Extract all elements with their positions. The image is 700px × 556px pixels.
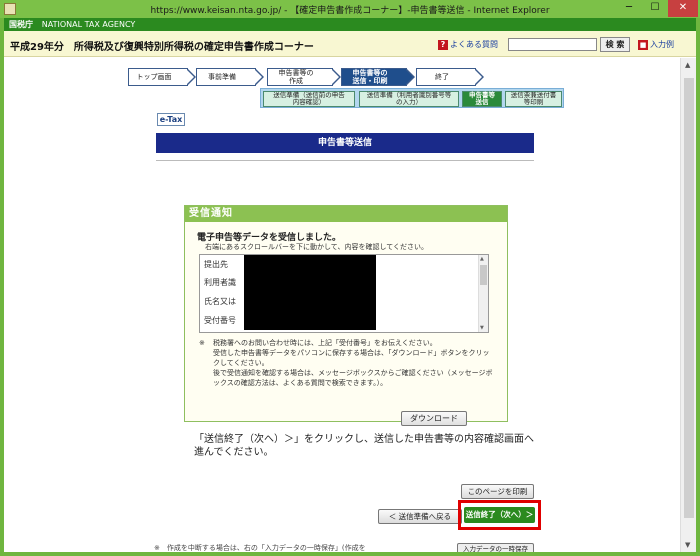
minimize-button[interactable]: ─: [616, 0, 642, 17]
page-heading: 平成29年分 所得税及び復興特別所得税の確定申告書作成コーナー: [10, 42, 314, 53]
step-top: トップ画面: [128, 68, 196, 86]
etax-logo: e-Tax: [157, 113, 185, 126]
scroll-up-icon[interactable]: ▲: [480, 256, 484, 262]
agency-bar: 国税庁 NATIONAL TAX AGENCY: [4, 18, 696, 31]
substep-label: 送信準備（利用者識別番号等 の入力）: [366, 91, 452, 106]
scroll-up-icon[interactable]: ▲: [685, 61, 690, 69]
step-label: トップ画面: [136, 73, 172, 81]
window-title: https://www.keisan.nta.go.jp/ - 【確定申告書作成…: [150, 6, 550, 16]
substep-bar: 送信準備（送信前の申告 内容確認） 送信準備（利用者識別番号等 の入力） 申告書…: [260, 88, 564, 108]
scroll-thumb[interactable]: [684, 78, 694, 518]
receipt-detail-box[interactable]: 提出先 利用者識 氏名又は 受付番号 ▲ ▼: [199, 254, 489, 333]
back-to-prepare-button[interactable]: ＜ 送信準備へ戻る: [378, 509, 462, 524]
close-button[interactable]: ✕: [668, 0, 698, 17]
step-prepare: 事前準備: [196, 68, 264, 86]
footer-note: ※ 作成を中断する場合は、右の「入力データの一時保存」(作成を: [154, 544, 366, 552]
scroll-down-icon[interactable]: ▼: [685, 541, 690, 549]
notes-block: ※ 税務署へのお問い合わせ時には、上記「受付番号」をお伝えください。 受信した申…: [199, 338, 495, 388]
maximize-button[interactable]: ☐: [642, 0, 668, 17]
note-line: 受信した申告書等データをパソコンに保存する場合は、「ダウンロード」ボタンをクリッ…: [213, 349, 490, 367]
faq-link[interactable]: ? よくある質問: [438, 39, 498, 50]
input-example-label: 入力例: [650, 40, 674, 49]
step-label: 申告書等の 作成: [278, 69, 314, 85]
browser-window: https://www.keisan.nta.go.jp/ - 【確定申告書作成…: [0, 0, 700, 556]
substep-print: 送信票兼送付書 等印刷: [505, 91, 562, 107]
agency-name-jp[interactable]: 国税庁: [9, 20, 33, 29]
temp-save-button[interactable]: 入力データの一時保存: [457, 543, 534, 552]
book-icon: ■: [638, 40, 648, 50]
step-create: 申告書等の 作成: [267, 68, 341, 86]
substep-label: 送信票兼送付書 等印刷: [510, 91, 557, 106]
search-input[interactable]: [508, 38, 597, 51]
print-page-button[interactable]: このページを印刷: [461, 484, 534, 499]
step-label: 申告書等の 送信・印刷: [352, 69, 388, 85]
page-content: 国税庁 NATIONAL TAX AGENCY 平成29年分 所得税及び復興特別…: [4, 18, 696, 552]
panel-header: 受信通知: [185, 206, 507, 222]
send-complete-next-button[interactable]: 送信終了（次へ）＞: [464, 507, 535, 523]
page-scrollbar[interactable]: ▲ ▼: [680, 58, 696, 552]
substep-id-entry: 送信準備（利用者識別番号等 の入力）: [359, 91, 459, 107]
corner-header: 平成29年分 所得税及び復興特別所得税の確定申告書作成コーナー ? よくある質問 …: [4, 31, 696, 57]
detail-row: 利用者識: [204, 278, 236, 287]
substep-confirm: 送信準備（送信前の申告 内容確認）: [263, 91, 355, 107]
step-label: 事前準備: [208, 73, 236, 81]
instruction-text: 「送信終了（次へ）＞」をクリックし、送信した申告書等の内容確認画面へ進んでくださ…: [194, 434, 534, 458]
panel-note: 右端にあるスクロールバーを下に動かして、内容を確認してください。: [205, 243, 429, 251]
agency-name-en[interactable]: NATIONAL TAX AGENCY: [42, 20, 136, 29]
input-example-link[interactable]: ■ 入力例: [638, 39, 674, 50]
download-button[interactable]: ダウンロード: [401, 411, 467, 426]
note-line: 税務署へのお問い合わせ時には、上記「受付番号」をお伝えください。: [213, 339, 437, 347]
notes-mark: ※: [199, 339, 205, 347]
page-title: 申告書等送信: [156, 133, 534, 153]
detail-row: 氏名又は: [204, 297, 236, 306]
substep-send: 申告書等 送信: [462, 91, 502, 107]
detail-row: 受付番号: [204, 316, 236, 325]
step-send-print: 申告書等の 送信・印刷: [341, 68, 415, 86]
divider: [156, 160, 534, 161]
detail-row: 提出先: [204, 260, 228, 269]
redaction-block: [244, 255, 376, 330]
search-button[interactable]: 検 索: [600, 37, 630, 52]
question-icon: ?: [438, 40, 448, 50]
detail-scrollbar[interactable]: ▲ ▼: [478, 255, 488, 332]
scroll-thumb[interactable]: [480, 265, 487, 285]
receipt-panel: 受信通知 電子申告等データを受信しました。 右端にあるスクロールバーを下に動かし…: [184, 205, 508, 426]
substep-label: 送信準備（送信前の申告 内容確認）: [273, 91, 345, 106]
faq-label: よくある質問: [450, 40, 498, 49]
scroll-down-icon[interactable]: ▼: [480, 325, 484, 331]
step-label: 終了: [435, 73, 449, 81]
substep-label: 申告書等 送信: [469, 91, 495, 106]
note-line: 後で受信通知を確認する場合は、メッセージボックスからご確認ください（メッセージボ…: [213, 369, 493, 387]
step-finish: 終了: [416, 68, 484, 86]
title-bar: https://www.keisan.nta.go.jp/ - 【確定申告書作成…: [0, 0, 700, 18]
highlight-box: 送信終了（次へ）＞: [458, 500, 541, 530]
